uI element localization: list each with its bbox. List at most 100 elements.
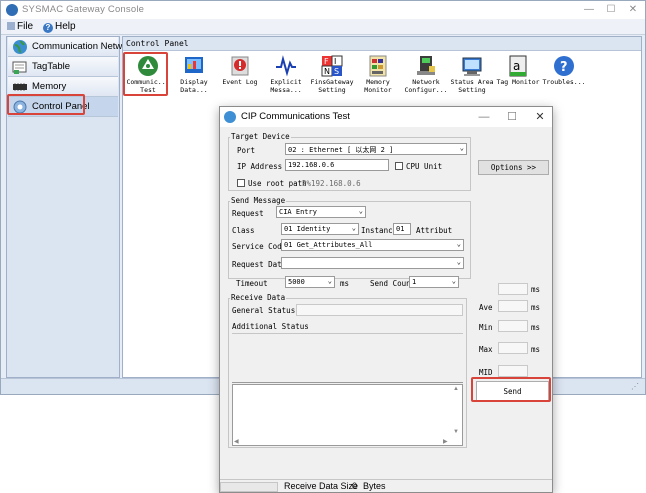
chevron-down-icon: ⌄	[456, 258, 461, 266]
tool-tag-monitor[interactable]: a Tag Monitor	[495, 55, 541, 97]
communication-test-highlight	[123, 52, 168, 96]
max-field	[498, 342, 528, 354]
app-title: SYSMAC Gateway Console	[22, 4, 145, 15]
globe-icon	[13, 40, 27, 54]
options-button[interactable]: Options >>	[478, 160, 549, 175]
display-data-icon	[185, 57, 203, 73]
menu-help[interactable]: ? Help	[43, 21, 76, 33]
receive-data-area[interactable]: ▲ ▼ ◀ ▶	[232, 384, 463, 446]
control-panel-highlight	[7, 94, 85, 115]
sidebar-item-communication-network[interactable]: Communication Network	[8, 37, 135, 57]
request-data-label: Request Data	[232, 260, 287, 269]
send-button-highlight	[471, 377, 551, 402]
use-root-path-checkbox[interactable]	[237, 179, 245, 187]
tool-status-area-setting[interactable]: Status Area Setting	[449, 55, 495, 97]
menu-file[interactable]: File	[7, 21, 33, 32]
general-status-label: General Status	[232, 306, 296, 315]
tool-display-data[interactable]: Display Data...	[171, 55, 217, 97]
scroll-right-icon[interactable]: ▶	[443, 438, 448, 445]
progress-field	[220, 482, 278, 492]
port-label: Port	[237, 146, 256, 155]
close-icon[interactable]: ✕	[623, 2, 643, 18]
class-select[interactable]: 01 Identity ⌄	[281, 223, 359, 235]
additional-status-label: Additional Status	[232, 322, 309, 331]
ip-address-label: IP Address	[237, 162, 283, 171]
svg-text:a: a	[513, 59, 520, 73]
ip-address-input[interactable]: 192.168.0.6	[285, 159, 389, 171]
chevron-down-icon: ⌄	[459, 144, 464, 152]
ave-field	[498, 300, 528, 312]
minimize-icon[interactable]: —	[579, 2, 599, 18]
send-message-label: Send Message	[230, 196, 287, 205]
resize-grip-icon[interactable]: ⋰	[631, 382, 639, 391]
event-log-icon	[231, 56, 249, 76]
title-bar: SYSMAC Gateway Console — ☐ ✕	[1, 1, 645, 19]
tool-troubleshooting[interactable]: ? Troubles...	[541, 55, 587, 97]
tool-memory-monitor[interactable]: Memory Monitor	[355, 55, 401, 97]
service-code-select[interactable]: 01 Get_Attributes_All ⌄	[281, 239, 464, 251]
receive-size-unit: Bytes	[363, 481, 386, 491]
svg-text:F: F	[324, 57, 329, 66]
help-icon: ?	[43, 23, 53, 33]
scroll-down-icon[interactable]: ▼	[453, 429, 459, 435]
receive-size-label: Receive Data Size	[284, 481, 359, 491]
memory-chip-icon	[13, 83, 27, 91]
use-root-path-label: Use root path	[248, 179, 307, 188]
last-time-unit: ms	[531, 285, 541, 294]
dialog-maximize-icon[interactable]: ☐	[504, 110, 520, 124]
cpu-unit-label: CPU Unit	[406, 162, 443, 171]
tool-event-log[interactable]: Event Log	[217, 55, 263, 97]
tool-network-configurator[interactable]: Network Configur...	[403, 55, 449, 97]
port-select[interactable]: 02 : Ethernet [ 以太网 2 ] ⌄	[285, 143, 467, 155]
mid-label: MID	[479, 368, 493, 377]
menu-bar: File ? Help	[1, 19, 645, 35]
timeout-label: Timeout	[236, 279, 268, 288]
attribute-input[interactable]	[416, 223, 466, 235]
chevron-down-icon: ⌄	[456, 240, 461, 248]
mid-field	[498, 365, 528, 377]
instance-label: Instance	[361, 226, 398, 235]
send-count-select[interactable]: 1 ⌄	[409, 276, 459, 288]
file-icon	[7, 22, 15, 30]
general-status-field	[296, 304, 463, 316]
explicit-message-icon	[276, 55, 296, 77]
target-device-label: Target Device	[230, 132, 291, 141]
ave-unit: ms	[531, 303, 541, 312]
min-field	[498, 320, 528, 332]
receive-data-label: Receive Data	[230, 293, 287, 302]
chevron-down-icon: ⌄	[351, 224, 356, 232]
service-code-label: Service Code	[232, 242, 287, 251]
memory-monitor-icon	[369, 55, 387, 77]
instance-input[interactable]: 01	[393, 223, 411, 235]
dialog-close-icon[interactable]: ✕	[532, 110, 548, 124]
root-path-value: 2%192.168.0.6	[302, 179, 361, 188]
max-unit: ms	[531, 345, 541, 354]
tool-fins-gateway-setting[interactable]: FINS FinsGateway Setting	[309, 55, 355, 97]
maximize-icon[interactable]: ☐	[601, 2, 621, 18]
chevron-down-icon: ⌄	[451, 277, 456, 285]
sidebar: Communication Network TagTable Memory Co…	[6, 36, 135, 378]
ave-label: Ave	[479, 303, 493, 312]
last-time-field	[498, 283, 528, 295]
max-label: Max	[479, 345, 493, 354]
scroll-up-icon[interactable]: ▲	[453, 386, 459, 392]
request-select[interactable]: CIA Entry ⌄	[276, 206, 366, 218]
fins-gateway-icon: F IN S	[321, 55, 343, 77]
request-data-select[interactable]: ⌄	[281, 257, 464, 269]
scroll-left-icon[interactable]: ◀	[234, 438, 239, 445]
cpu-unit-checkbox[interactable]	[395, 162, 403, 170]
dialog-title-bar: CIP Communications Test — ☐ ✕	[220, 107, 552, 127]
dialog-minimize-icon[interactable]: —	[476, 110, 492, 124]
svg-text:S: S	[334, 67, 339, 76]
chevron-down-icon: ⌄	[358, 207, 363, 215]
sidebar-item-tagtable[interactable]: TagTable	[8, 57, 118, 77]
tag-monitor-icon: a	[509, 55, 527, 77]
chevron-down-icon: ⌄	[327, 277, 332, 285]
timeout-select[interactable]: 5000 ⌄	[285, 276, 335, 288]
cip-communications-test-dialog: CIP Communications Test — ☐ ✕ Target Dev…	[219, 106, 553, 493]
app-icon	[6, 4, 18, 16]
min-unit: ms	[531, 323, 541, 332]
additional-status-divider	[232, 333, 463, 334]
tool-explicit-message[interactable]: Explicit Messa...	[263, 55, 309, 97]
min-label: Min	[479, 323, 493, 332]
